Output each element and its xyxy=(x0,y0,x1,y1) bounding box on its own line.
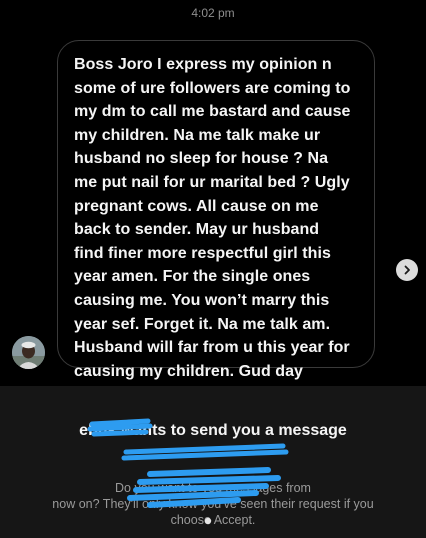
message-line: some of ure followers are coming to xyxy=(74,79,351,97)
message-text: Boss Joro I express my opinion n some of… xyxy=(74,53,360,383)
sender-avatar[interactable] xyxy=(12,336,45,369)
message-line: husband no sleep for house ? Na xyxy=(74,150,329,168)
chevron-right-icon xyxy=(404,265,410,275)
avatar-photo-icon xyxy=(12,336,45,369)
message-line: pregnant cows. All cause on me xyxy=(74,197,319,215)
message-line: year amen. For the single ones xyxy=(74,268,311,286)
request-description-line: Do you want to you messages from xyxy=(115,481,311,495)
message-bubble[interactable]: Boss Joro I express my opinion n some of… xyxy=(57,40,375,380)
message-line: find finer more respectful girl this xyxy=(74,244,331,262)
message-line: Husband will far from u this year for xyxy=(74,339,350,357)
message-line: my children. Na me talk make ur xyxy=(74,126,321,144)
forward-button[interactable] xyxy=(396,259,418,281)
message-line: year sef. Forget it. Na me talk am. xyxy=(74,315,331,333)
message-line: my dm to call me bastard and cause xyxy=(74,103,351,121)
request-description-line: choose Accept. xyxy=(170,513,256,527)
message-line: causing my children. Gud day xyxy=(74,362,304,380)
message-request-panel: ebuk wants to send you a message Do you … xyxy=(0,386,426,538)
request-description: Do you want to you messages from now on?… xyxy=(40,480,386,528)
request-title: ebuk wants to send you a message xyxy=(79,422,347,439)
message-line: back to sender. May ur husband xyxy=(74,221,320,239)
request-description-line: now on? They'll only know you've seen th… xyxy=(52,497,374,511)
message-line: Boss Joro I express my opinion n xyxy=(74,56,332,73)
message-timestamp: 4:02 pm xyxy=(191,6,235,20)
message-line: causing me. You won’t marry this xyxy=(74,291,330,309)
message-line: me put nail for ur marital bed ? Ugly xyxy=(74,173,350,191)
